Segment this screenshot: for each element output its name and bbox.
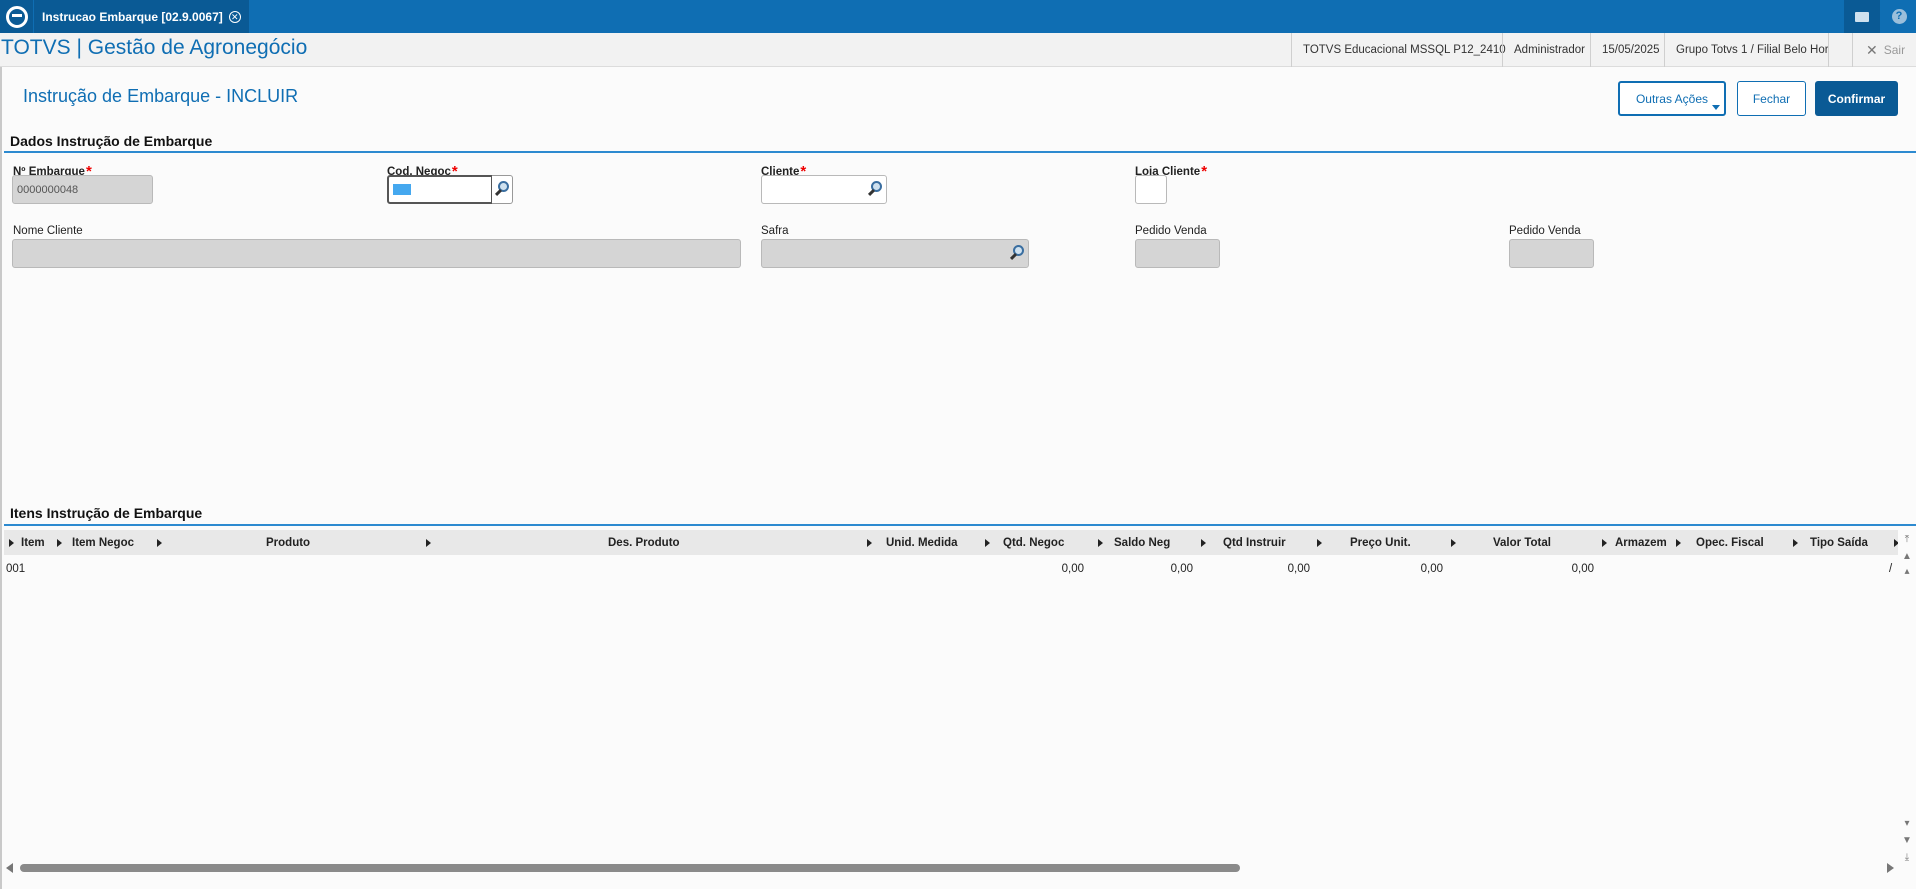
cell-valor-total[interactable]: 0,00 [1488, 563, 1594, 575]
search-icon[interactable] [1008, 244, 1026, 262]
cell-preco-unit[interactable]: 0,00 [1345, 563, 1443, 575]
sort-arrow-icon[interactable] [1793, 539, 1798, 547]
totvs-logo-icon[interactable] [0, 0, 33, 33]
cod-negoc-lookup-button[interactable] [492, 175, 513, 204]
header-divider [1828, 33, 1852, 67]
loja-cliente-input[interactable] [1135, 175, 1167, 204]
grid-header: Item Item Negoc Produto Des. Produto Uni… [4, 530, 1899, 555]
page-title: Instrução de Embarque - INCLUIR [23, 86, 299, 106]
sort-arrow-icon[interactable] [157, 539, 162, 547]
exit-label: Sair [1883, 43, 1906, 57]
text-selection-highlight [393, 184, 411, 195]
section-divider [4, 151, 1916, 153]
scroll-left-icon[interactable] [6, 863, 13, 873]
required-mark: * [1201, 163, 1208, 180]
confirmar-button[interactable]: Confirmar [1815, 81, 1898, 116]
confirmar-label: Confirmar [1827, 91, 1886, 106]
help-icon[interactable]: ? [1882, 0, 1916, 33]
fechar-button[interactable]: Fechar [1737, 81, 1806, 116]
col-preco-unit[interactable]: Preço Unit. [1350, 530, 1411, 555]
pedido-venda-field-1[interactable] [1135, 239, 1220, 268]
date-info[interactable]: 15/05/2025 [1590, 33, 1671, 67]
app-header: TOTVS | Gestão de Agronegócio TOTVS Educ… [0, 33, 1916, 67]
scroll-up-icon[interactable]: ▴ [1901, 566, 1913, 578]
sort-arrow-icon[interactable] [426, 539, 431, 547]
fechar-label: Fechar [1752, 91, 1791, 106]
col-tipo-saida[interactable]: Tipo Saída [1810, 530, 1868, 555]
pedido-venda-label-2: Pedido Venda [1509, 225, 1581, 237]
n-embarque-value: 0000000048 [17, 183, 79, 196]
tab-instrucao-embarque[interactable]: Instrucao Embarque [02.9.0067] ✕ [34, 0, 249, 33]
scroll-page-down-icon[interactable]: ▼ [1901, 835, 1913, 847]
close-tab-icon[interactable]: ✕ [228, 10, 241, 23]
cell-qtd-negoc[interactable]: 0,00 [1000, 563, 1084, 575]
col-item[interactable]: Item [21, 530, 45, 555]
caret-down-icon [1712, 105, 1720, 110]
cell-saldo-neg[interactable]: 0,00 [1110, 563, 1193, 575]
cliente-input[interactable] [761, 175, 887, 204]
sort-arrow-icon[interactable] [57, 539, 62, 547]
cod-negoc-input[interactable] [387, 175, 493, 204]
col-produto[interactable]: Produto [266, 530, 310, 555]
col-qtd-instruir[interactable]: Qtd Instruir [1223, 530, 1286, 555]
nome-cliente-label: Nome Cliente [13, 225, 83, 237]
safra-label: Safra [761, 225, 789, 237]
mail-icon[interactable] [1844, 0, 1880, 33]
sort-arrow-icon[interactable] [1451, 539, 1456, 547]
col-qtd-negoc[interactable]: Qtd. Negoc [1003, 530, 1064, 555]
app-title: TOTVS | Gestão de Agronegócio [1, 36, 308, 59]
col-des-produto[interactable]: Des. Produto [608, 530, 680, 555]
sort-arrow-icon[interactable] [1676, 539, 1681, 547]
sort-arrow-icon[interactable] [985, 539, 990, 547]
scroll-top-icon[interactable]: ⤒ [1901, 534, 1913, 546]
scrollbar-thumb[interactable] [20, 864, 1240, 872]
sort-arrow-icon[interactable] [9, 539, 14, 547]
vertical-scrollbar[interactable]: ⤒ ▲ ▴ ▾ ▼ ⤓ [1898, 530, 1916, 875]
outras-acoes-button[interactable]: Outras Ações [1618, 81, 1726, 116]
sort-arrow-icon[interactable] [1602, 539, 1607, 547]
environment-info[interactable]: TOTVS Educacional MSSQL P12_2410 [1291, 33, 1517, 67]
safra-field[interactable] [761, 239, 1029, 268]
left-border [0, 67, 2, 889]
cell-item[interactable]: 001 [6, 563, 25, 575]
cell-tipo-saida[interactable]: / [1889, 563, 1892, 575]
outras-acoes-label: Outras Ações [1635, 91, 1709, 106]
col-unid-medida[interactable]: Unid. Medida [886, 530, 958, 555]
sort-arrow-icon[interactable] [1098, 539, 1103, 547]
itens-section-title: Itens Instrução de Embarque [10, 505, 203, 521]
col-item-negoc[interactable]: Item Negoc [72, 530, 134, 555]
pedido-venda-field-2[interactable] [1509, 239, 1594, 268]
search-icon[interactable] [866, 180, 884, 198]
top-tab-bar: Instrucao Embarque [02.9.0067] ✕ ? [0, 0, 1916, 33]
col-armazem[interactable]: Armazem [1615, 530, 1667, 555]
pedido-venda-label-1: Pedido Venda [1135, 225, 1207, 237]
close-icon: ✕ [1866, 41, 1878, 58]
sort-arrow-icon[interactable] [867, 539, 872, 547]
nome-cliente-field[interactable] [12, 239, 741, 268]
scroll-right-icon[interactable] [1887, 863, 1894, 873]
col-valor-total[interactable]: Valor Total [1493, 530, 1551, 555]
branch-info[interactable]: Grupo Totvs 1 / Filial Belo Hor [1664, 33, 1840, 67]
horizontal-scrollbar[interactable] [4, 860, 1898, 876]
scroll-bottom-icon[interactable]: ⤓ [1901, 852, 1913, 864]
user-info[interactable]: Administrador [1502, 33, 1596, 67]
col-saldo-neg[interactable]: Saldo Neg [1114, 530, 1170, 555]
sort-arrow-icon[interactable] [1201, 539, 1206, 547]
tab-label: Instrucao Embarque [02.9.0067] [42, 9, 223, 24]
dados-section-title: Dados Instrução de Embarque [10, 133, 213, 149]
col-opec-fiscal[interactable]: Opec. Fiscal [1696, 530, 1764, 555]
exit-button[interactable]: ✕ Sair [1852, 33, 1916, 67]
sort-arrow-icon[interactable] [1317, 539, 1322, 547]
search-icon [493, 180, 511, 198]
scroll-page-up-icon[interactable]: ▲ [1901, 551, 1913, 563]
n-embarque-field[interactable]: 0000000048 [12, 175, 153, 204]
section-divider [4, 524, 1916, 526]
cell-qtd-instruir[interactable]: 0,00 [1218, 563, 1310, 575]
scroll-down-icon[interactable]: ▾ [1901, 818, 1913, 830]
